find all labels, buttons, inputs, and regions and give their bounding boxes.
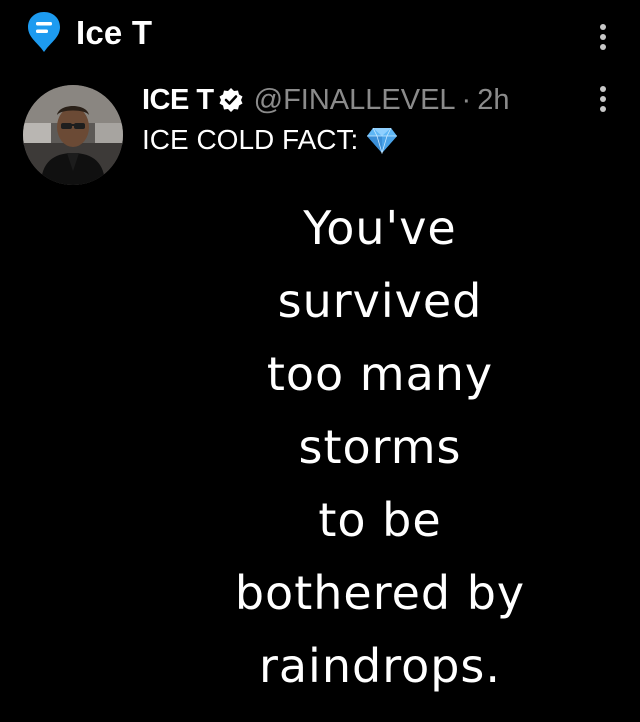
tweet-header: ICE T @FINALLEVEL · 2h <box>142 82 509 118</box>
top-bar: Ice T <box>0 0 640 70</box>
more-options-icon[interactable] <box>594 22 612 52</box>
quote-line: bothered by <box>234 566 526 620</box>
quote-line: to be <box>318 493 442 547</box>
quote-line: raindrops. <box>258 639 502 693</box>
quote-line: storms <box>298 420 462 474</box>
avatar[interactable] <box>23 85 123 185</box>
author-name[interactable]: ICE T <box>142 84 214 117</box>
tweet-text-content: ICE COLD FACT: <box>142 124 359 155</box>
chat-bubble-icon[interactable] <box>26 10 62 54</box>
separator-dot: · <box>461 83 472 116</box>
tweet-more-options-icon[interactable] <box>594 84 612 114</box>
page-title: Ice T <box>76 14 153 51</box>
author-handle[interactable]: @FINALLEVEL <box>254 84 456 117</box>
quote-line: too many <box>266 347 494 401</box>
quote-line: survived <box>277 274 483 328</box>
tweet-text: ICE COLD FACT: <box>142 122 398 158</box>
gem-stone-icon <box>367 127 398 154</box>
quote-image[interactable]: You've survived too many storms to be bo… <box>180 192 580 693</box>
quote-line: You've <box>303 201 457 255</box>
timestamp[interactable]: 2h <box>477 84 509 117</box>
verified-badge-icon <box>219 88 243 112</box>
avatar-photo <box>23 85 123 185</box>
